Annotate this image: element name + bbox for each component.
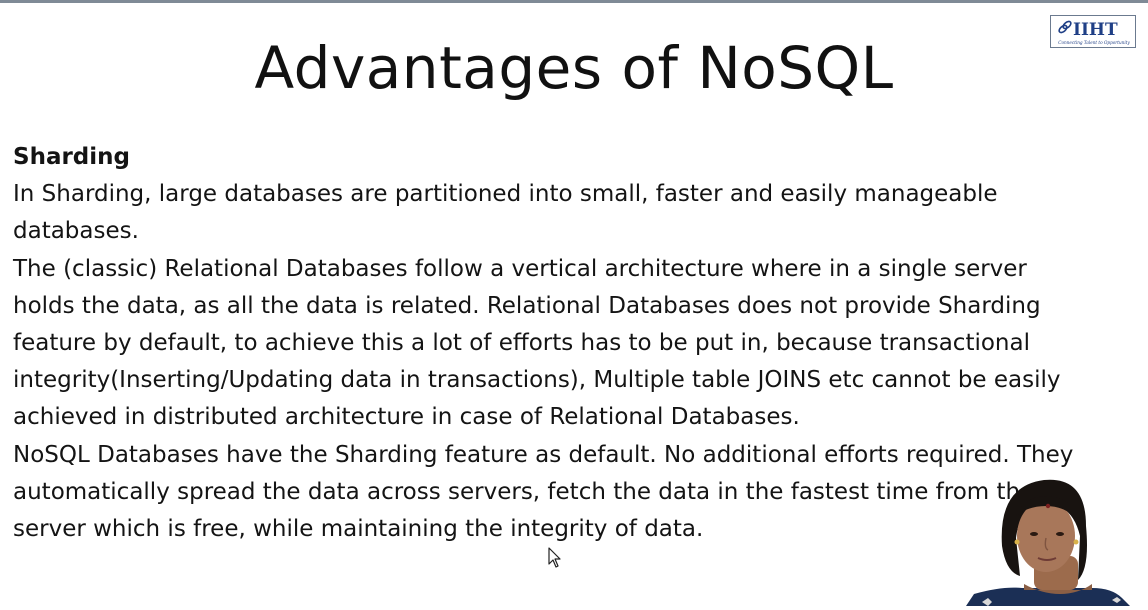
slide-title: Advantages of NoSQL <box>254 34 894 102</box>
paragraph-nosql-databases: NoSQL Databases have the Sharding featur… <box>13 441 1074 543</box>
mouse-cursor-icon <box>548 547 562 569</box>
slide-body: Sharding In Sharding, large databases ar… <box>13 139 1083 548</box>
paragraph-sharding-definition: In Sharding, large databases are partiti… <box>13 181 998 245</box>
top-border <box>0 0 1148 3</box>
paragraph-relational-databases: The (classic) Relational Databases follo… <box>13 255 1061 431</box>
presenter-image <box>966 479 1130 606</box>
section-heading: Sharding <box>13 144 130 170</box>
presenter-video-overlay <box>962 476 1148 606</box>
